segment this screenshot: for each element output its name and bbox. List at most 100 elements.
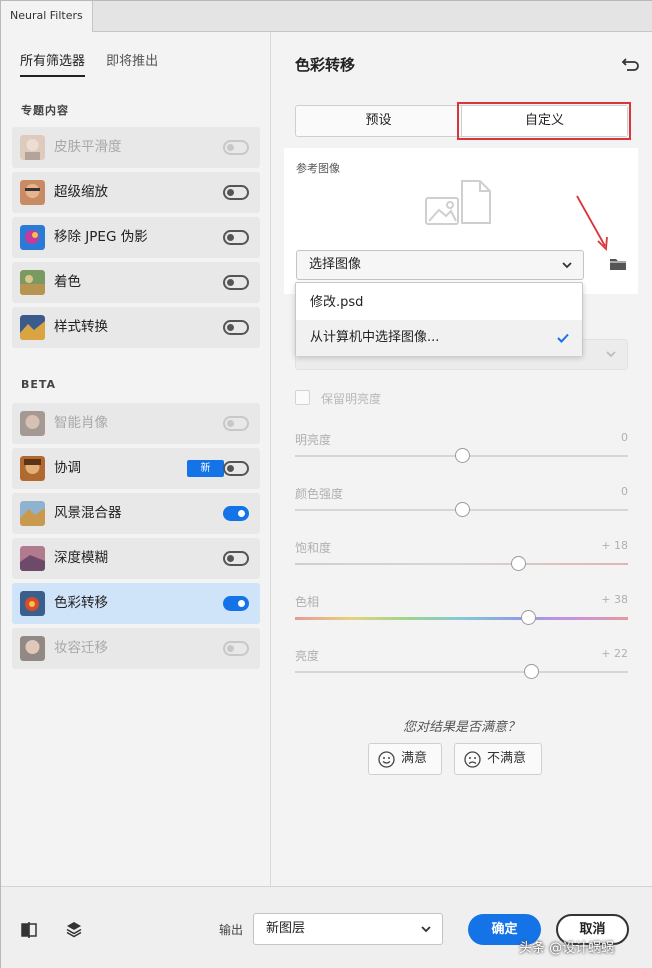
filter-item-super-zoom[interactable]: 超级缩放: [12, 172, 260, 213]
filter-category-tabs: 所有筛选器 即将推出: [20, 50, 174, 78]
slider-handle[interactable]: [454, 448, 470, 463]
portrait-thumbnail-icon: [20, 636, 45, 661]
tab-preset[interactable]: 预设: [296, 106, 461, 136]
filter-item-label: 妆容迁移: [54, 640, 108, 656]
painting-thumbnail-icon: [20, 315, 45, 340]
filter-settings-panel: 色彩转移 预设 自定义 参考图像 选择图像 保留明亮度 明亮度 0 颜色强度 0…: [271, 32, 652, 886]
dropdown-option-modified-psd[interactable]: 修改.psd: [296, 285, 582, 321]
select-value: 选择图像: [309, 257, 362, 272]
filter-item-smart-portrait[interactable]: 智能肖像: [12, 403, 260, 444]
filter-item-depth-blur[interactable]: 深度模糊: [12, 538, 260, 579]
image-placeholder-icon: [425, 180, 491, 225]
filter-item-label: 皮肤平滑度: [54, 139, 122, 155]
unsatisfied-label: 不满意: [487, 751, 527, 766]
bottom-action-bar: 输出 新图层 确定 取消 头条 @设计蜗蜗: [1, 886, 652, 968]
slider-label: 明亮度: [295, 433, 332, 447]
chevron-down-icon: [421, 926, 431, 933]
tab-all-filters[interactable]: 所有筛选器: [20, 50, 86, 77]
slider-hue[interactable]: 色相 + 38: [295, 593, 628, 637]
flower-thumbnail-icon: [20, 591, 45, 616]
satisfied-button[interactable]: 满意: [368, 743, 442, 775]
filter-toggle[interactable]: [223, 275, 249, 290]
filter-item-style-transfer[interactable]: 样式转换: [12, 307, 260, 348]
preserve-luminance-label: 保留明亮度: [321, 392, 382, 406]
slider-value: 0: [621, 431, 628, 444]
slider-handle[interactable]: [511, 556, 527, 571]
annotation-arrow-icon: [576, 195, 608, 252]
filter-item-landscape-mixer[interactable]: 风景混合器: [12, 493, 260, 534]
filter-item-label: 移除 JPEG 伪影: [54, 229, 148, 245]
tab-coming-soon[interactable]: 即将推出: [106, 50, 158, 75]
filter-item-color-transfer[interactable]: 色彩转移: [12, 583, 260, 624]
slider-label: 颜色强度: [295, 487, 344, 501]
portrait-thumbnail-icon: [20, 135, 45, 160]
annotation-highlight-box: [457, 102, 631, 140]
dropdown-option-choose-from-computer[interactable]: 从计算机中选择图像...: [296, 320, 582, 356]
unsatisfied-button[interactable]: 不满意: [454, 743, 542, 775]
tab-neural-filters[interactable]: Neural Filters: [1, 1, 93, 32]
reference-image-dropdown-menu: 修改.psd 从计算机中选择图像...: [295, 282, 583, 356]
reset-icon[interactable]: [620, 52, 642, 74]
panel-title: 色彩转移: [295, 56, 356, 74]
filter-item-label: 超级缩放: [54, 184, 108, 200]
document-tab-strip: Neural Filters: [1, 1, 652, 32]
slider-handle[interactable]: [454, 502, 470, 517]
chevron-down-icon: [606, 351, 616, 358]
satisfied-label: 满意: [401, 751, 428, 766]
portrait-thumbnail-icon: [20, 456, 45, 481]
new-badge: 新: [187, 460, 224, 477]
slider-label: 亮度: [295, 649, 320, 663]
filter-item-skin-smoothing[interactable]: 皮肤平滑度: [12, 127, 260, 168]
slider-handle[interactable]: [521, 610, 537, 625]
slider-track[interactable]: [295, 563, 628, 565]
reference-image-select[interactable]: 选择图像: [296, 250, 584, 280]
feedback-question: 您对结果是否满意？: [402, 720, 520, 735]
folder-icon[interactable]: [609, 256, 627, 272]
landscape-thumbnail-icon: [20, 270, 45, 295]
filter-toggle[interactable]: [223, 185, 249, 200]
slider-label: 色相: [295, 595, 320, 609]
portrait-thumbnail-icon: [20, 411, 45, 436]
slider-color-intensity[interactable]: 颜色强度 0: [295, 485, 628, 529]
filter-item-label: 色彩转移: [54, 595, 108, 611]
section-title-beta: BETA: [21, 378, 57, 391]
landscape-thumbnail-icon: [20, 546, 45, 571]
filter-item-harmonization[interactable]: 协调 新: [12, 448, 260, 489]
filter-toggle[interactable]: [223, 140, 249, 155]
slider-track[interactable]: [295, 671, 628, 673]
filter-item-label: 着色: [54, 274, 81, 290]
filter-toggle[interactable]: [223, 416, 249, 431]
compare-view-icon[interactable]: [20, 921, 38, 939]
output-select[interactable]: 新图层: [253, 913, 443, 945]
filter-toggle[interactable]: [223, 551, 249, 566]
preserve-luminance-checkbox[interactable]: [295, 390, 310, 405]
filter-item-jpeg-artifacts[interactable]: 移除 JPEG 伪影: [12, 217, 260, 258]
slider-handle[interactable]: [524, 664, 540, 679]
filter-toggle[interactable]: [223, 596, 249, 611]
filter-item-colorize[interactable]: 着色: [12, 262, 260, 303]
filter-toggle[interactable]: [223, 230, 249, 245]
frown-icon: [464, 751, 481, 768]
landscape-thumbnail-icon: [20, 501, 45, 526]
filter-item-label: 智能肖像: [54, 415, 108, 431]
slider-track[interactable]: [295, 617, 628, 620]
output-value: 新图层: [266, 921, 306, 936]
slider-luminance[interactable]: 明亮度 0: [295, 431, 628, 475]
filter-item-makeup-transfer[interactable]: 妆容迁移: [12, 628, 260, 669]
filter-item-label: 风景混合器: [54, 505, 122, 521]
layers-icon[interactable]: [65, 920, 83, 938]
filter-item-label: 样式转换: [54, 319, 108, 335]
filter-toggle[interactable]: [223, 506, 249, 521]
portrait-thumbnail-icon: [20, 180, 45, 205]
slider-value: 0: [621, 485, 628, 498]
slider-brightness[interactable]: 亮度 + 22: [295, 647, 628, 691]
dropdown-option-label: 从计算机中选择图像...: [310, 330, 440, 345]
slider-saturation[interactable]: 饱和度 + 18: [295, 539, 628, 583]
filter-toggle[interactable]: [223, 320, 249, 335]
filter-toggle[interactable]: [223, 461, 249, 476]
filter-toggle[interactable]: [223, 641, 249, 656]
slider-label: 饱和度: [295, 541, 332, 555]
filter-item-label: 协调: [54, 460, 81, 476]
colorful-thumbnail-icon: [20, 225, 45, 250]
filters-sidebar: 所有筛选器 即将推出 专题内容 皮肤平滑度 超级缩放 移除 JPEG 伪影 着色…: [1, 32, 271, 886]
